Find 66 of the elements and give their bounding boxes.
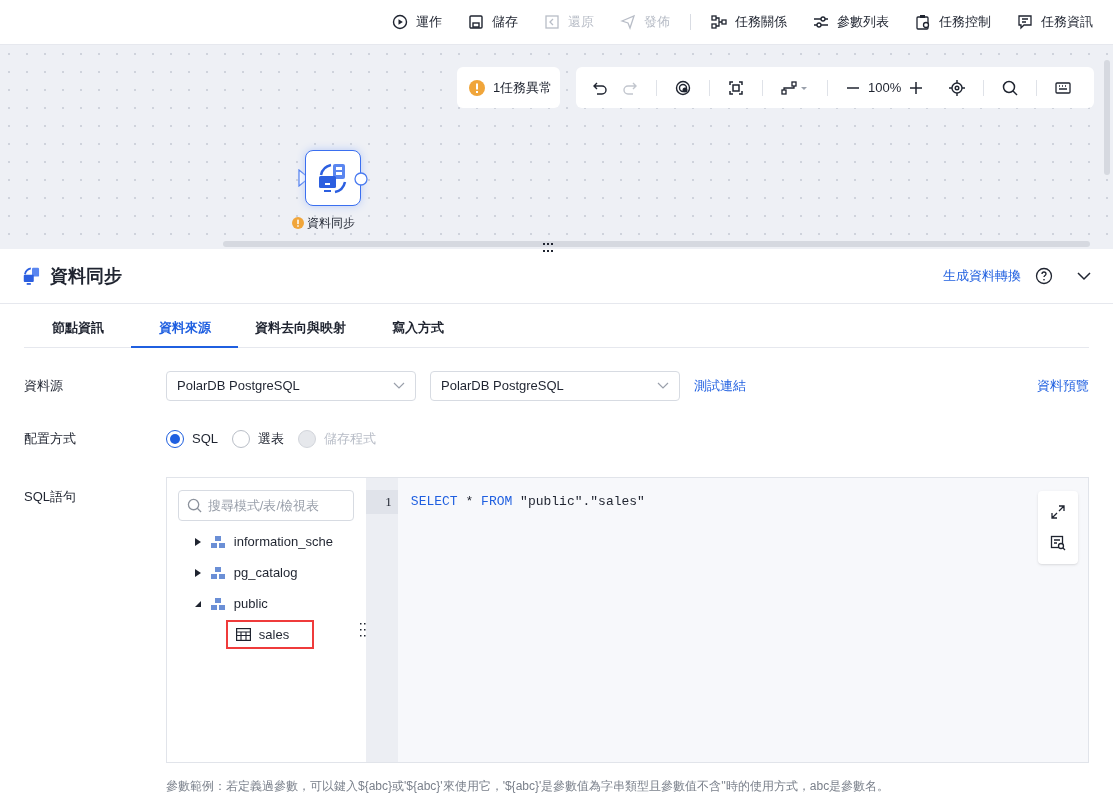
task-node[interactable] xyxy=(305,150,361,206)
radio-option[interactable]: SQL xyxy=(166,429,218,449)
generate-link[interactable]: 生成資料轉換 xyxy=(943,266,1021,286)
search-icon xyxy=(186,498,202,513)
save-icon xyxy=(468,14,484,30)
tab[interactable]: 資料去向與映射 xyxy=(238,309,363,348)
select-field[interactable]: PolarDB PostgreSQL xyxy=(430,371,680,401)
toolbar-button[interactable]: 任務關係 xyxy=(711,12,787,32)
select-field[interactable]: PolarDB PostgreSQL xyxy=(166,371,416,401)
radio-option[interactable]: 選表 xyxy=(232,429,284,449)
connector-dropdown-icon[interactable] xyxy=(781,79,809,96)
warning-badge[interactable]: 1任務異常 xyxy=(457,67,560,108)
test-connection-link[interactable]: 測試連結 xyxy=(694,376,746,396)
horizontal-scrollbar[interactable] xyxy=(223,241,1090,247)
help-icon[interactable] xyxy=(1035,267,1053,285)
toolbar-button[interactable]: 運作 xyxy=(392,12,442,32)
tab[interactable]: 資料來源 xyxy=(131,309,238,348)
zoom-in-icon[interactable] xyxy=(909,80,924,95)
flow-icon xyxy=(711,14,727,30)
tab[interactable]: 寫入方式 xyxy=(363,309,473,348)
caret-right-icon[interactable] xyxy=(193,567,202,578)
clipboard-gear-icon xyxy=(915,14,931,30)
vertical-scrollbar[interactable] xyxy=(1104,60,1110,175)
field-label: SQL語句 xyxy=(24,488,77,506)
resize-handle-icon[interactable] xyxy=(359,623,366,637)
tree-item[interactable]: sales xyxy=(225,620,314,649)
schema-icon xyxy=(209,534,226,549)
chevron-down-icon xyxy=(393,382,405,390)
play-icon xyxy=(392,14,408,30)
drag-handle-icon[interactable] xyxy=(541,243,555,253)
tree-item[interactable]: pg_catalog xyxy=(177,557,366,588)
toolbar-button[interactable]: 任務資訊 xyxy=(1017,12,1093,32)
message-icon xyxy=(1017,14,1033,30)
toolbar-button[interactable]: 參數列表 xyxy=(813,12,889,32)
tab[interactable]: 節點資訊 xyxy=(24,309,131,348)
field-label: 資料源 xyxy=(24,377,64,396)
format-icon[interactable] xyxy=(1050,534,1066,551)
expand-icon[interactable] xyxy=(1050,504,1066,521)
chevron-down-icon xyxy=(657,382,669,390)
warning-icon xyxy=(469,79,485,96)
toolbar-button[interactable]: 任務控制 xyxy=(915,12,991,32)
search-icon[interactable] xyxy=(1002,79,1019,96)
node-label: 資料同步 xyxy=(307,215,355,232)
panel-title: 資料同步 xyxy=(50,264,122,288)
line-number: 1 xyxy=(385,493,392,512)
send-icon xyxy=(620,14,636,30)
collapse-icon[interactable] xyxy=(1077,271,1091,281)
code-line: SELECT * FROM "public"."sales" xyxy=(410,493,645,512)
zoom-level: 100% xyxy=(868,78,902,97)
tree-item[interactable]: public xyxy=(177,588,366,619)
tree-item[interactable]: information_sche xyxy=(177,526,366,557)
toolbar-button[interactable]: 儲存 xyxy=(468,12,518,32)
output-port-icon xyxy=(354,172,368,186)
sync-monitor-icon xyxy=(22,266,42,286)
schema-icon xyxy=(209,565,226,580)
sliders-icon xyxy=(813,14,829,30)
table-icon xyxy=(235,628,251,641)
fit-view-icon[interactable] xyxy=(728,79,744,96)
target-icon[interactable] xyxy=(949,79,966,96)
keyboard-icon[interactable] xyxy=(1055,79,1072,96)
parameter-hint: 參數範例：若定義過參數，可以鍵入${abc}或'${abc}'來使用它，'${abc}'是參數值為字串類型且參數值不含''時的使用方式，abc是參數名。 xyxy=(166,778,891,795)
schema-icon xyxy=(209,596,226,611)
field-label: 配置方式 xyxy=(24,430,77,449)
preview-link[interactable]: 資料預覽 xyxy=(1037,376,1089,396)
caret-right-icon[interactable] xyxy=(193,536,202,547)
search-field[interactable]: 搜尋模式/表/檢視表 xyxy=(177,490,354,521)
